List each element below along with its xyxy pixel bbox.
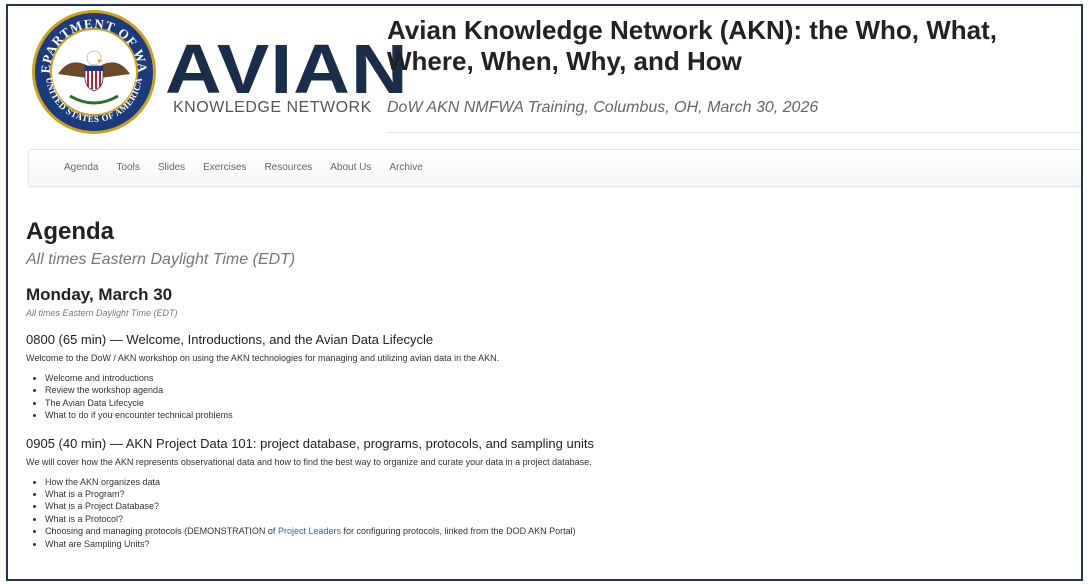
session-2-title: 0905 (40 min) — AKN Project Data 101: pr… <box>26 435 594 451</box>
list-item: What is a Project Database? <box>45 500 1076 512</box>
link-bullet-after: for configuring protocols, linked from t… <box>340 526 576 537</box>
list-item: What to do if you encounter technical pr… <box>45 409 1076 421</box>
session-1-title: 0800 (65 min) — Welcome, Introductions, … <box>26 332 434 347</box>
session-2-topics: How the AKN organizes data What is a Pro… <box>26 476 1076 550</box>
site-title: Avian Knowledge Network (AKN): the Who, … <box>387 15 998 76</box>
list-item: What is a Protocol? <box>45 513 1076 525</box>
day-timezone-note: All times Eastern Daylight Time (EDT) <box>26 308 178 318</box>
header-divider <box>387 132 1081 133</box>
nav-exercises[interactable]: Exercises <box>194 150 255 186</box>
nav-agenda[interactable]: Agenda <box>55 150 107 186</box>
main-navbar: Agenda Tools Slides Exercises Resources About… <box>28 149 1081 187</box>
akn-logo-word: AVIAN <box>165 30 409 108</box>
nav-about-us[interactable]: About Us <box>321 150 380 186</box>
nav-slides[interactable]: Slides <box>149 150 194 186</box>
nav-tools[interactable]: Tools <box>107 150 148 186</box>
nav-list: Agenda Tools Slides Exercises Resources About… <box>29 150 1081 186</box>
link-bullet-before: Choosing and managing protocols (DEMONST… <box>45 526 278 537</box>
browser-frame: DEPARTMENT OF WAR UNITED STATES OF AMERI… <box>6 4 1083 581</box>
akn-logo-subtitle: KNOWLEDGE NETWORK <box>173 99 372 116</box>
session-1-description: Welcome to the DoW / AKN workshop on usi… <box>26 353 500 363</box>
session-1-topics: Welcome and introductions Review the wor… <box>26 372 1076 422</box>
nav-archive[interactable]: Archive <box>380 150 431 186</box>
list-item: How the AKN organizes data <box>45 476 1076 488</box>
nav-resources[interactable]: Resources <box>255 150 321 186</box>
list-item: Review the workshop agenda <box>45 384 1076 396</box>
list-item: The Avian Data Lifecycle <box>45 397 1076 409</box>
session-2-description: We will cover how the AKN represents obs… <box>26 456 592 467</box>
page-timezone-note: All times Eastern Daylight Time (EDT) <box>26 251 296 268</box>
department-seal-icon: DEPARTMENT OF WAR UNITED STATES OF AMERI… <box>30 8 156 134</box>
page-title: Agenda <box>26 218 115 245</box>
site-header: DEPARTMENT OF WAR UNITED STATES OF AMERI… <box>20 6 1081 146</box>
agenda-content: Agenda All times Eastern Daylight Time (… <box>26 218 1076 550</box>
day-heading: Monday, March 30 <box>26 285 173 304</box>
project-leaders-link[interactable]: Project Leaders <box>278 526 341 536</box>
list-item: Choosing and managing protocols (DEMONST… <box>45 525 1076 537</box>
site-subtitle: DoW AKN NMFWA Training, Columbus, OH, Ma… <box>387 99 819 116</box>
list-item: Welcome and introductions <box>45 372 1076 384</box>
list-item: What are Sampling Units? <box>45 538 1076 550</box>
list-item: What is a Program? <box>45 488 1076 500</box>
